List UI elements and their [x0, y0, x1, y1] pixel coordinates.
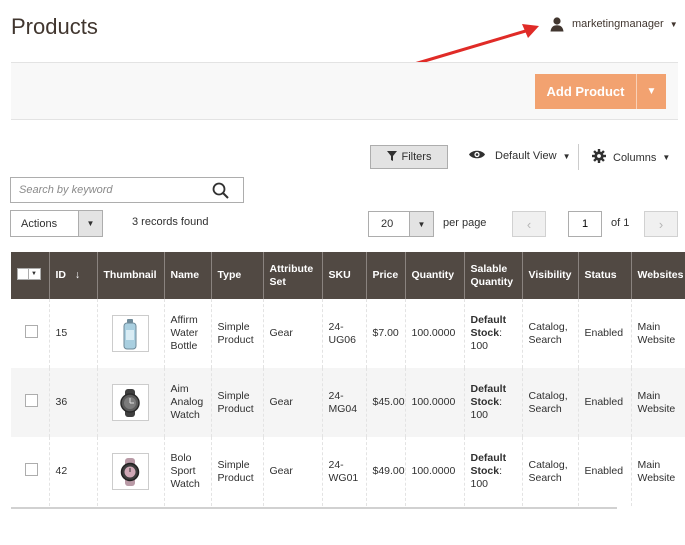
cell-salable-quantity: Default Stock: 100 [464, 437, 523, 506]
table-row[interactable]: 15 Affirm Water Bottle Simple Product Ge… [11, 299, 685, 368]
chevron-down-icon: ▼ [562, 151, 571, 161]
cell-price: $7.00 [366, 299, 406, 368]
cell-price: $45.00 [366, 368, 406, 437]
chevron-down-icon: ▼ [31, 270, 37, 277]
keyword-search [10, 177, 244, 203]
eye-icon [468, 149, 486, 163]
column-header-thumbnail: Thumbnail [97, 252, 165, 299]
cell-status: Enabled [578, 299, 632, 368]
page-total: of 1 [611, 217, 630, 229]
per-page-label: per page [443, 217, 487, 229]
next-page-button[interactable]: › [644, 211, 678, 237]
cell-quantity: 100.0000 [405, 437, 465, 506]
cell-websites: Main Website [631, 437, 685, 506]
page-title: Products [11, 14, 98, 39]
cell-quantity: 100.0000 [405, 299, 465, 368]
cell-name: Aim Analog Watch [164, 368, 212, 437]
add-product-button[interactable]: Add Product [535, 74, 636, 109]
analog-watch-thumbnail[interactable] [111, 384, 149, 421]
chevron-down-icon: ▼ [646, 86, 657, 97]
column-header-visibility[interactable]: Visibility [522, 252, 579, 299]
records-found: 3 records found [132, 216, 209, 228]
table-row[interactable]: 42 Bolo Sport Watch Simple Product Gear … [11, 437, 685, 506]
cell-type: Simple Product [211, 368, 264, 437]
gear-icon [592, 149, 606, 166]
per-page-value: 20 [381, 218, 394, 230]
cell-visibility: Catalog, Search [522, 437, 579, 506]
search-input[interactable] [11, 178, 201, 202]
column-header-sku[interactable]: SKU [322, 252, 367, 299]
chevron-down-icon: ▼ [409, 212, 433, 236]
cell-id: 36 [49, 368, 98, 437]
row-checkbox[interactable] [25, 394, 38, 407]
chevron-left-icon: ‹ [526, 216, 532, 232]
default-view-dropdown[interactable]: Default View ▼ [468, 149, 570, 163]
add-product-options-toggle[interactable]: ▼ [636, 74, 666, 109]
cell-sku: 24-UG06 [322, 299, 367, 368]
per-page-select[interactable]: 20 ▼ [368, 211, 434, 237]
cell-id: 15 [49, 299, 98, 368]
mass-select-checkbox[interactable]: ▼ [17, 268, 41, 280]
filters-button[interactable]: Filters [370, 145, 448, 169]
row-checkbox[interactable] [25, 325, 38, 338]
chevron-down-icon: ▼ [662, 153, 671, 162]
filter-icon [386, 150, 397, 164]
column-header-status[interactable]: Status [578, 252, 632, 299]
columns-label: Columns [613, 151, 657, 164]
search-icon[interactable] [212, 182, 229, 204]
sport-watch-thumbnail[interactable] [111, 453, 149, 490]
user-icon [549, 16, 565, 32]
cell-visibility: Catalog, Search [522, 368, 579, 437]
cell-salable-quantity: Default Stock: 100 [464, 368, 523, 437]
table-header-row: ▼ ID ↓ Thumbnail Name Type Attribute Set… [11, 252, 685, 299]
horizontal-scrollbar[interactable] [11, 507, 617, 509]
mass-select-header[interactable]: ▼ [11, 252, 50, 299]
row-checkbox[interactable] [25, 463, 38, 476]
cell-name: Bolo Sport Watch [164, 437, 212, 506]
cell-price: $49.00 [366, 437, 406, 506]
chevron-right-icon: › [658, 216, 664, 232]
view-label: Default View [495, 150, 557, 162]
previous-page-button[interactable]: ‹ [512, 211, 546, 237]
username: marketingmanager [572, 18, 664, 30]
filters-label: Filters [401, 151, 432, 163]
cell-sku: 24-WG01 [322, 437, 367, 506]
cell-quantity: 100.0000 [405, 368, 465, 437]
column-header-salable-quantity: Salable Quantity [464, 252, 523, 299]
water-bottle-thumbnail[interactable] [111, 315, 149, 352]
add-product-split-button[interactable]: Add Product ▼ [535, 74, 666, 109]
cell-websites: Main Website [631, 368, 685, 437]
cell-status: Enabled [578, 437, 632, 506]
actions-label: Actions [21, 217, 58, 230]
chevron-down-icon: ▼ [669, 19, 678, 29]
products-grid: ▼ ID ↓ Thumbnail Name Type Attribute Set… [11, 252, 685, 506]
column-header-type[interactable]: Type [211, 252, 264, 299]
cell-attribute-set: Gear [263, 299, 323, 368]
actions-dropdown[interactable]: Actions ▼ [10, 210, 103, 237]
column-header-id[interactable]: ID ↓ [49, 252, 98, 299]
user-account-menu[interactable]: marketingmanager ▼ [549, 16, 678, 32]
table-row[interactable]: 36 Aim Analog Watch Simple Product Gear … [11, 368, 685, 437]
column-header-price[interactable]: Price [366, 252, 406, 299]
column-header-quantity[interactable]: Quantity [405, 252, 465, 299]
cell-type: Simple Product [211, 299, 264, 368]
cell-visibility: Catalog, Search [522, 299, 579, 368]
cell-type: Simple Product [211, 437, 264, 506]
column-header-websites[interactable]: Websites [631, 252, 685, 299]
cell-status: Enabled [578, 368, 632, 437]
columns-dropdown[interactable]: Columns ▼ [592, 149, 670, 166]
cell-websites: Main Website [631, 299, 685, 368]
chevron-down-icon: ▼ [78, 211, 102, 236]
cell-name: Affirm Water Bottle [164, 299, 212, 368]
page-number-input[interactable] [568, 211, 602, 237]
sort-desc-icon: ↓ [74, 269, 81, 281]
toolbar-divider [578, 144, 579, 170]
cell-salable-quantity: Default Stock: 100 [464, 299, 523, 368]
column-header-attribute-set[interactable]: Attribute Set [263, 252, 323, 299]
column-header-name[interactable]: Name [164, 252, 212, 299]
cell-id: 42 [49, 437, 98, 506]
cell-attribute-set: Gear [263, 368, 323, 437]
cell-attribute-set: Gear [263, 437, 323, 506]
cell-sku: 24-MG04 [322, 368, 367, 437]
